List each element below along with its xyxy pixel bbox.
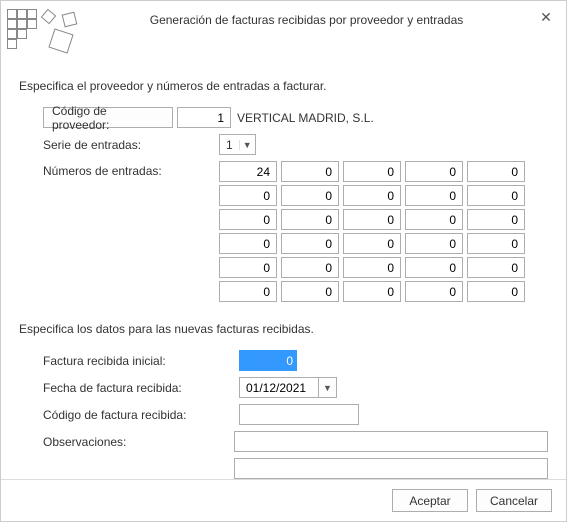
number-input[interactable] [467, 257, 525, 278]
number-input[interactable] [343, 209, 401, 230]
number-input[interactable] [281, 161, 339, 182]
number-input[interactable] [467, 233, 525, 254]
number-input[interactable] [343, 281, 401, 302]
section2-intro: Especifica los datos para las nuevas fac… [19, 322, 548, 336]
number-input[interactable] [281, 233, 339, 254]
invoice-code-input[interactable] [239, 404, 359, 425]
number-input[interactable] [405, 185, 463, 206]
supplier-code-input[interactable] [177, 107, 231, 128]
invoice-date-label: Fecha de factura recibida: [43, 381, 239, 395]
number-input[interactable] [281, 209, 339, 230]
number-input[interactable] [343, 233, 401, 254]
number-input[interactable] [219, 185, 277, 206]
number-input[interactable] [405, 209, 463, 230]
number-input[interactable] [219, 209, 277, 230]
numbers-label: Números de entradas: [43, 161, 219, 178]
number-input[interactable] [467, 281, 525, 302]
dialog-footer: Aceptar Cancelar [1, 479, 566, 521]
number-input[interactable] [281, 257, 339, 278]
number-input[interactable] [343, 161, 401, 182]
number-input[interactable] [343, 185, 401, 206]
observations-input-1[interactable] [234, 431, 548, 452]
number-input[interactable] [219, 233, 277, 254]
initial-invoice-label: Factura recibida inicial: [43, 354, 239, 368]
number-input[interactable] [219, 281, 277, 302]
number-input[interactable] [405, 281, 463, 302]
number-input[interactable] [343, 257, 401, 278]
observations-input-2[interactable] [234, 458, 548, 479]
chevron-down-icon: ▼ [323, 383, 332, 393]
series-label: Serie de entradas: [43, 138, 219, 152]
close-icon[interactable]: ✕ [536, 9, 556, 29]
number-input[interactable] [467, 209, 525, 230]
number-input[interactable] [405, 161, 463, 182]
app-logo-icon [7, 9, 77, 59]
number-input[interactable] [219, 161, 277, 182]
invoice-code-label: Código de factura recibida: [43, 408, 239, 422]
number-input[interactable] [405, 233, 463, 254]
number-input[interactable] [219, 257, 277, 278]
accept-button[interactable]: Aceptar [392, 489, 468, 512]
number-input[interactable] [405, 257, 463, 278]
number-input[interactable] [281, 185, 339, 206]
chevron-down-icon: ▼ [239, 140, 255, 150]
observations-label: Observaciones: [43, 435, 234, 449]
numbers-grid [219, 161, 525, 302]
titlebar: Generación de facturas recibidas por pro… [1, 1, 566, 57]
date-dropdown-button[interactable]: ▼ [319, 377, 337, 398]
series-value: 1 [220, 138, 239, 152]
series-dropdown[interactable]: 1 ▼ [219, 134, 256, 155]
number-input[interactable] [281, 281, 339, 302]
window-title: Generación de facturas recibidas por pro… [77, 9, 536, 27]
section1-intro: Especifica el proveedor y números de ent… [19, 79, 548, 93]
invoice-date-input[interactable] [239, 377, 319, 398]
supplier-code-button[interactable]: Código de proveedor: [43, 107, 173, 128]
initial-invoice-input[interactable] [239, 350, 297, 371]
supplier-name: VERTICAL MADRID, S.L. [237, 111, 374, 125]
number-input[interactable] [467, 185, 525, 206]
cancel-button[interactable]: Cancelar [476, 489, 552, 512]
number-input[interactable] [467, 161, 525, 182]
